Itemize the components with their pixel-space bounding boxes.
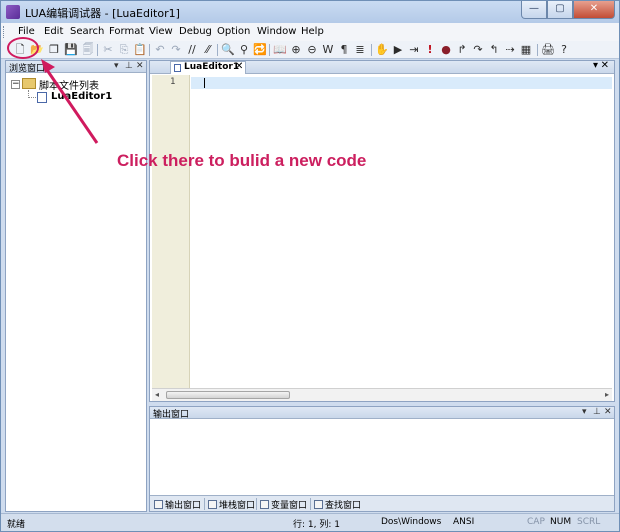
annotation-arrow [41,59,99,144]
app-window: LUA编辑调试器 - [LuaEditor1] — ▢ ✕ File Edit … [0,0,620,532]
annotation-text: Click there to bulid a new code [117,151,367,170]
